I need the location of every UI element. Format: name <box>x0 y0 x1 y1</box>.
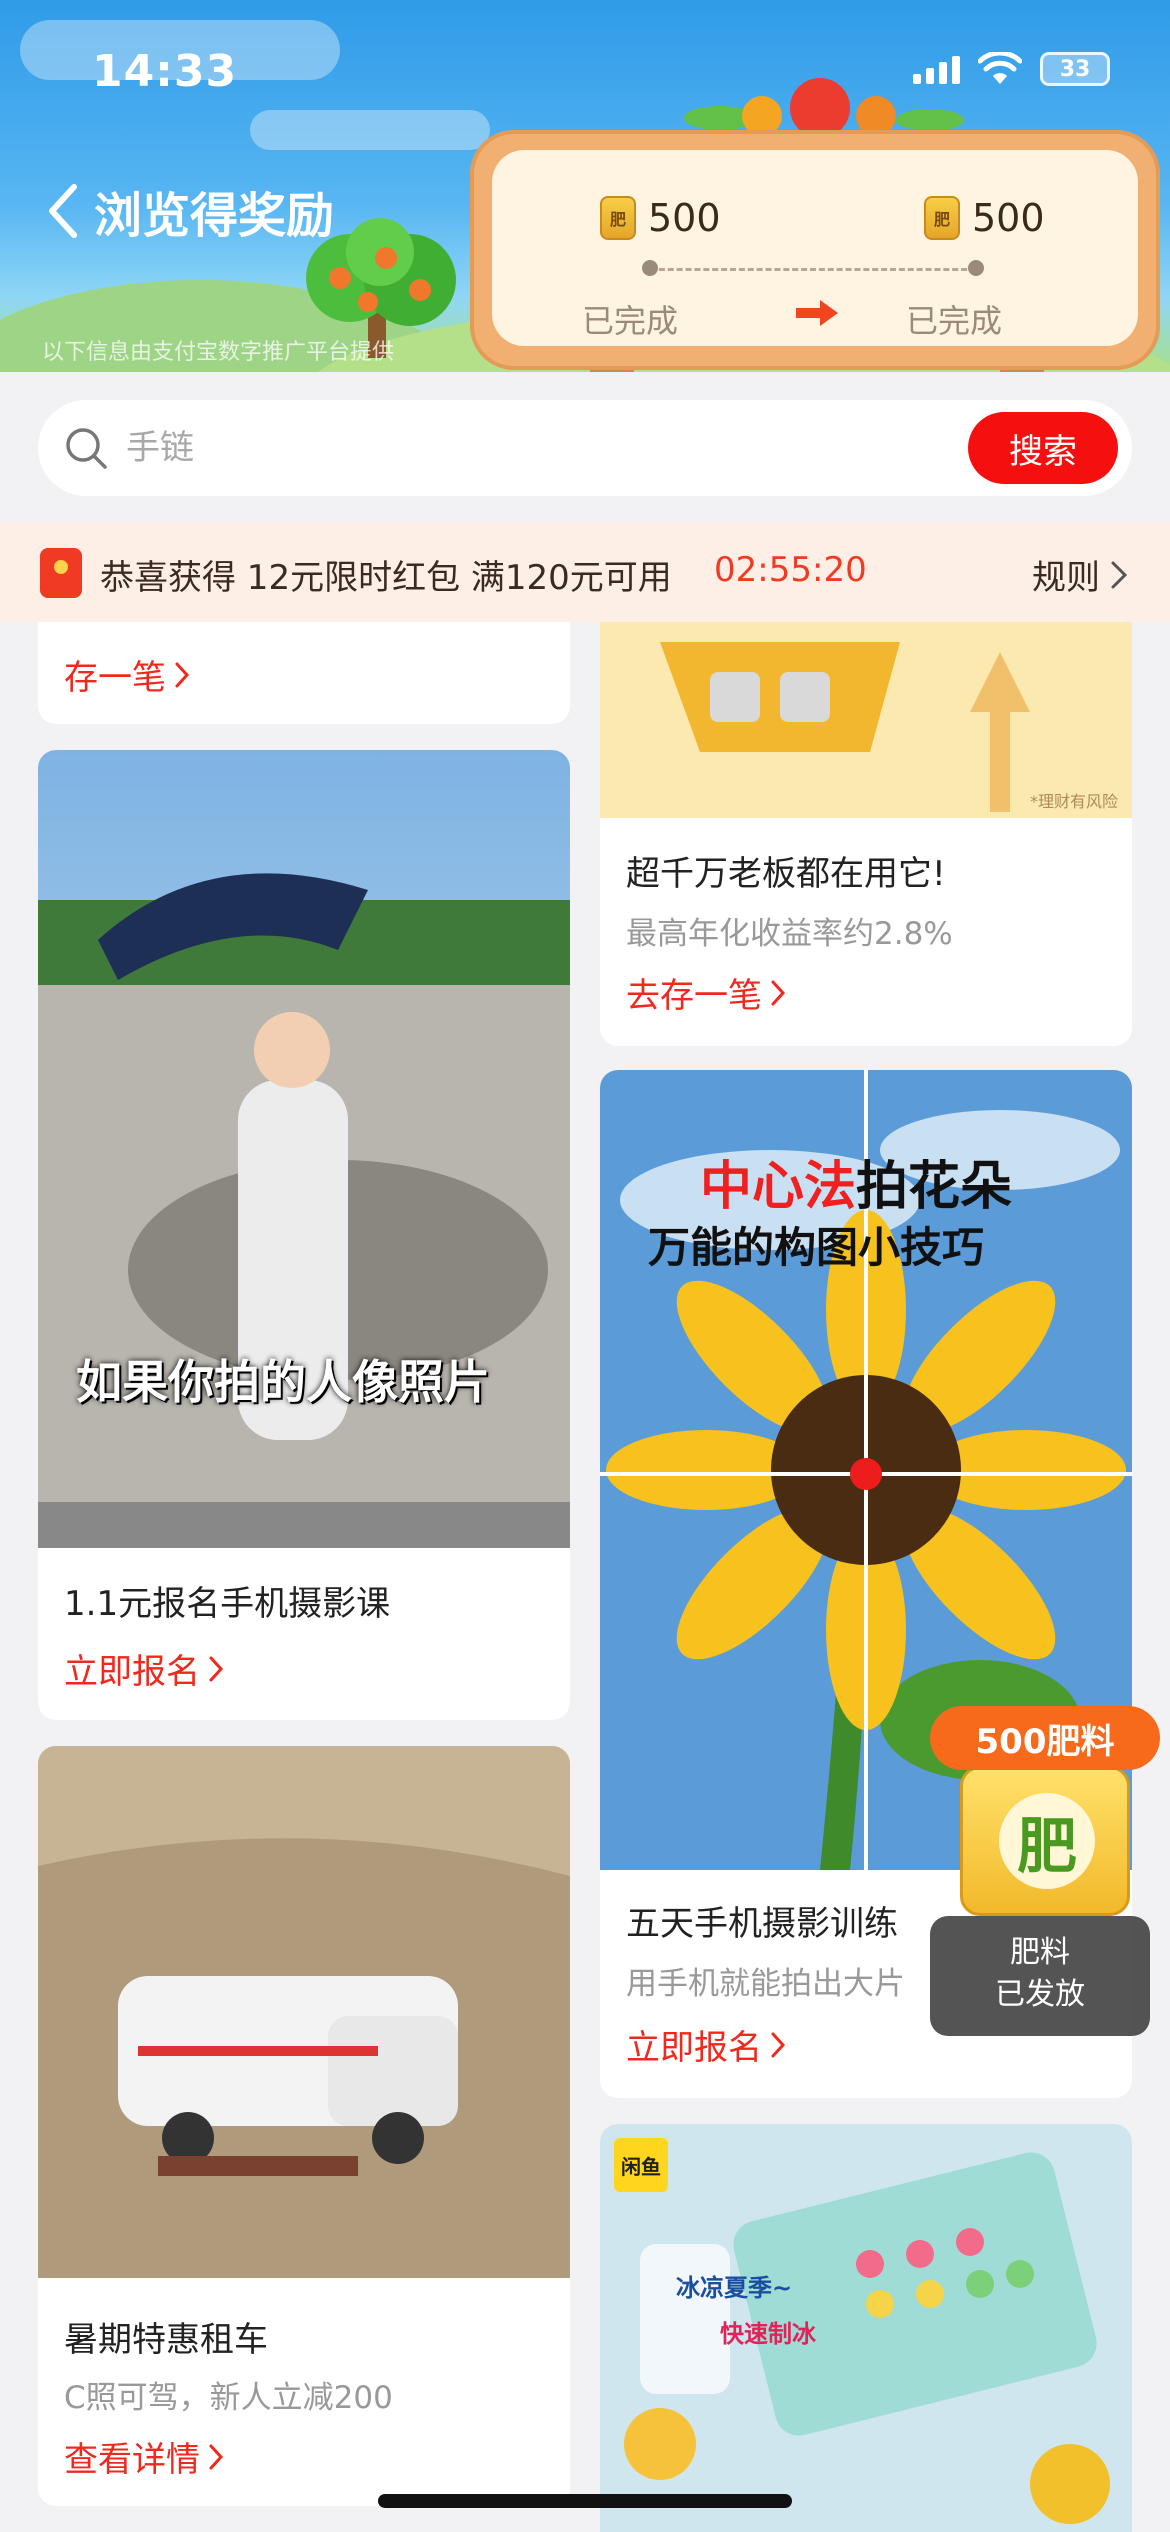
reward-item: 肥 500 <box>600 196 721 240</box>
card-image <box>600 2124 1132 2532</box>
reward-status: 已完成 <box>582 302 679 340</box>
card-subtitle: C照可驾，新人立减200 <box>64 2380 393 2416</box>
wifi-icon <box>978 52 1022 84</box>
card-title: 1.1元报名手机摄影课 <box>64 1584 391 1624</box>
fertilizer-status-line2: 已发放 <box>995 1977 1085 2012</box>
feed-card[interactable]: 暑期特惠租车 C照可驾，新人立减200 查看详情 <box>38 1746 570 2506</box>
card-cta[interactable]: 查看详情 <box>64 2432 224 2481</box>
feed-card[interactable]: *理财有风险 超千万老板都在用它! 最高年化收益率约2.8% 去存一笔 <box>600 622 1132 1046</box>
reward-board-inner: 肥 500 肥 500 已完成 已完成 <box>492 150 1138 346</box>
red-packet-banner[interactable]: 恭喜获得 12元限时红包 满120元可用 02:55:20 规则 <box>0 522 1170 622</box>
promo-text-2: 快速制冰 <box>720 2320 816 2348</box>
card-subtitle: 用手机就能拍出大片 <box>626 1966 905 2002</box>
feed-card[interactable]: 闲鱼 冰凉夏季~ 快速制冰 <box>600 2124 1132 2532</box>
image-caption-line2: 万能的构图小技巧 <box>648 1223 985 1272</box>
fertilizer-amount-pill: 500肥料 <box>930 1706 1160 1770</box>
fertilizer-coin-icon: 肥 <box>924 196 960 240</box>
cta-label: 查看详情 <box>64 2440 200 2480</box>
banner-text: 恭喜获得 12元限时红包 满120元可用 <box>100 558 672 598</box>
fertilizer-jar-icon: 肥 <box>960 1766 1130 1916</box>
reward-amount: 500 <box>972 196 1045 240</box>
progress-dot <box>968 260 984 276</box>
chevron-left-icon <box>49 184 77 238</box>
card-title: 五天手机摄影训练 <box>626 1904 898 1944</box>
reward-amount: 500 <box>648 196 721 240</box>
chevron-right-icon <box>1111 561 1128 588</box>
caption-black: 拍花朵 <box>856 1157 1013 1217</box>
search-icon <box>66 428 107 469</box>
card-title: 暑期特惠租车 <box>64 2320 268 2360</box>
feed-card[interactable]: 存一笔 <box>38 622 570 724</box>
chevron-right-icon <box>771 980 786 1005</box>
red-packet-icon <box>40 548 82 598</box>
fertilizer-char: 肥 <box>999 1793 1095 1889</box>
chevron-right-icon <box>209 1656 224 1681</box>
rules-label: 规则 <box>1032 558 1100 598</box>
card-cta[interactable]: 立即报名 <box>64 1644 224 1693</box>
card-cta[interactable]: 去存一笔 <box>626 968 786 1017</box>
caption-red: 中心法 <box>700 1157 857 1217</box>
reward-item: 肥 500 <box>924 196 1045 240</box>
chevron-right-icon <box>771 2032 786 2057</box>
arrow-right-icon <box>796 300 838 326</box>
card-cta[interactable]: 存一笔 <box>64 650 190 699</box>
card-image <box>38 1746 570 2278</box>
chevron-right-icon <box>209 2444 224 2469</box>
xianyu-brand-tag: 闲鱼 <box>614 2138 668 2192</box>
rules-link[interactable]: 规则 <box>1032 550 1128 599</box>
search-button[interactable]: 搜索 <box>968 412 1118 484</box>
fertilizer-widget[interactable]: 肥 500肥料 肥料 已发放 <box>930 1706 1160 2036</box>
home-indicator[interactable] <box>378 2494 792 2508</box>
fertilizer-coin-icon: 肥 <box>600 196 636 240</box>
fertilizer-status-line1: 肥料 <box>1010 1935 1070 1970</box>
chevron-right-icon <box>175 662 190 687</box>
status-time: 14:33 <box>92 46 238 97</box>
card-subtitle: 最高年化收益率约2.8% <box>626 916 953 952</box>
battery-icon: 33 <box>1040 52 1110 86</box>
fertilizer-status: 肥料 已发放 <box>930 1916 1150 2036</box>
risk-note: *理财有风险 <box>1029 792 1118 811</box>
reward-status: 已完成 <box>906 302 1003 340</box>
progress-dot <box>642 260 658 276</box>
image-caption-line1: 中心法拍花朵 <box>700 1144 1012 1219</box>
card-image <box>38 750 570 1548</box>
cloud <box>250 110 490 150</box>
image-caption: 如果你拍的人像照片 <box>76 1355 490 1409</box>
feed-card[interactable]: 如果你拍的人像照片 1.1元报名手机摄影课 立即报名 <box>38 750 570 1720</box>
card-cta[interactable]: 立即报名 <box>626 2020 786 2069</box>
countdown-timer: 02:55:20 <box>714 550 867 590</box>
card-title: 超千万老板都在用它! <box>626 854 946 894</box>
cta-label: 立即报名 <box>626 2028 762 2068</box>
disclaimer: 以下信息由支付宝数字推广平台提供 <box>42 340 395 365</box>
promo-text-1: 冰凉夏季~ <box>676 2274 793 2302</box>
progress-line <box>650 268 976 271</box>
search-input[interactable] <box>126 418 886 478</box>
reward-board: 肥 500 肥 500 已完成 已完成 <box>470 130 1160 370</box>
cta-label: 存一笔 <box>64 658 166 698</box>
header: 14:33 33 浏览得奖励 以下信息由支付宝数字推广平台提供 肥 500 肥 … <box>0 0 1170 372</box>
search-bar: 搜索 <box>38 400 1132 496</box>
cta-label: 立即报名 <box>64 1652 200 1692</box>
cta-label: 去存一笔 <box>626 976 762 1016</box>
